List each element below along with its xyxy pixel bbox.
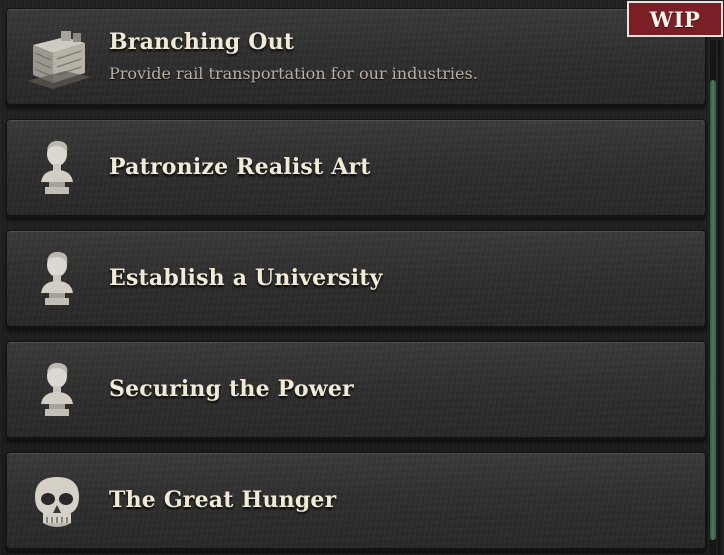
decision-title: Establish a University [109, 265, 383, 291]
scrollbar-thumb[interactable] [710, 80, 716, 540]
skull-icon [23, 467, 95, 539]
decision-description: Provide rail transportation for our indu… [109, 64, 478, 83]
decision-title: The Great Hunger [109, 487, 337, 513]
decisions-panel: Branching Out Provide rail transportatio… [0, 0, 724, 555]
decision-branching-out[interactable]: Branching Out Provide rail transportatio… [6, 8, 706, 107]
decision-the-great-hunger[interactable]: The Great Hunger [6, 452, 706, 551]
marble-bust-icon [23, 245, 95, 317]
decision-list: Branching Out Provide rail transportatio… [6, 8, 706, 551]
decision-securing-the-power[interactable]: Securing the Power [6, 341, 706, 440]
scrollbar[interactable] [710, 40, 716, 555]
decision-patronize-realist-art[interactable]: Patronize Realist Art [6, 119, 706, 218]
decision-establish-a-university[interactable]: Establish a University [6, 230, 706, 329]
marble-bust-icon [23, 356, 95, 428]
marble-bust-icon [23, 134, 95, 206]
rail-crate-icon [23, 23, 95, 95]
wip-badge: WIP [627, 1, 723, 37]
decision-title: Patronize Realist Art [109, 154, 371, 180]
panel-edge [718, 40, 724, 555]
decision-title: Branching Out [109, 29, 295, 55]
decision-title: Securing the Power [109, 376, 354, 402]
